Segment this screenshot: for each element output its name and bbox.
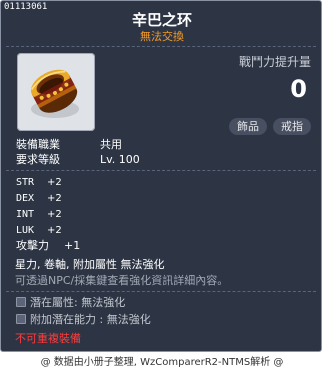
divider bbox=[6, 170, 316, 172]
class-value: 共用 bbox=[100, 138, 122, 151]
stat-value: +2 bbox=[47, 177, 62, 188]
subcategory-tag: 戒指 bbox=[273, 118, 311, 135]
bonus-potential-value: 無法強化 bbox=[106, 313, 151, 326]
stat-row: DEX +2 bbox=[16, 193, 62, 205]
attack-label: 攻擊力 bbox=[16, 239, 49, 252]
level-label: 要求等級 bbox=[16, 153, 60, 166]
class-label: 裝備職業 bbox=[16, 138, 60, 151]
trade-status: 無法交換 bbox=[140, 30, 184, 43]
divider bbox=[6, 291, 316, 293]
enhance-notice: 星力, 卷軸, 附加屬性 無法強化 bbox=[15, 258, 165, 271]
item-id: 01113061 bbox=[4, 2, 48, 12]
stat-name: DEX bbox=[16, 193, 35, 204]
bonus-potential-label: 附加潛在能力 bbox=[30, 313, 96, 326]
item-icon-frame bbox=[17, 53, 95, 131]
stat-value: +2 bbox=[47, 209, 62, 220]
divider bbox=[6, 46, 316, 48]
enhance-info-text: 可透過NPC/採集鍵查看強化資訊詳細內容。 bbox=[15, 274, 229, 287]
power-increase-label: 戰鬥力提升量 bbox=[238, 55, 311, 69]
item-name: 辛巴之环 bbox=[131, 11, 192, 29]
bonus-potential-checkbox-icon bbox=[16, 314, 26, 324]
class-row: 裝備職業 共用 bbox=[16, 138, 122, 151]
stat-name: INT bbox=[16, 209, 35, 220]
stat-row: LUK +2 bbox=[16, 225, 62, 237]
attack-value: +1 bbox=[64, 239, 81, 252]
bonus-potential-row: 附加潛在能力 : 無法強化 bbox=[16, 313, 151, 326]
unique-equip-notice: 不可重複裝備 bbox=[15, 332, 81, 345]
item-tooltip: 01113061 辛巴之环 無法交換 戰鬥力提升量 0 飾品 戒指 裝備職業 共… bbox=[0, 0, 322, 352]
level-row: 要求等級 Lv. 100 bbox=[16, 153, 140, 166]
stat-name: STR bbox=[16, 177, 35, 188]
ring-icon bbox=[30, 69, 79, 118]
stat-row: INT +2 bbox=[16, 209, 62, 221]
category-tag: 飾品 bbox=[229, 118, 267, 135]
footer-credit: @ 数据由小册子整理, WzComparerR2-NTMS解析 @ bbox=[40, 357, 284, 368]
attack-row: 攻擊力 +1 bbox=[16, 239, 80, 252]
potential-value: 無法強化 bbox=[81, 296, 126, 309]
potential-label: 潛在屬性 bbox=[30, 296, 74, 309]
potential-checkbox-icon bbox=[16, 297, 26, 307]
stat-name: LUK bbox=[16, 225, 35, 236]
power-increase-value: 0 bbox=[290, 75, 307, 103]
stat-value: +2 bbox=[47, 225, 62, 236]
potential-row: 潛在屬性: 無法強化 bbox=[16, 296, 125, 309]
level-value: Lv. 100 bbox=[100, 153, 140, 166]
stat-row: STR +2 bbox=[16, 177, 62, 189]
stat-value: +2 bbox=[47, 193, 62, 204]
